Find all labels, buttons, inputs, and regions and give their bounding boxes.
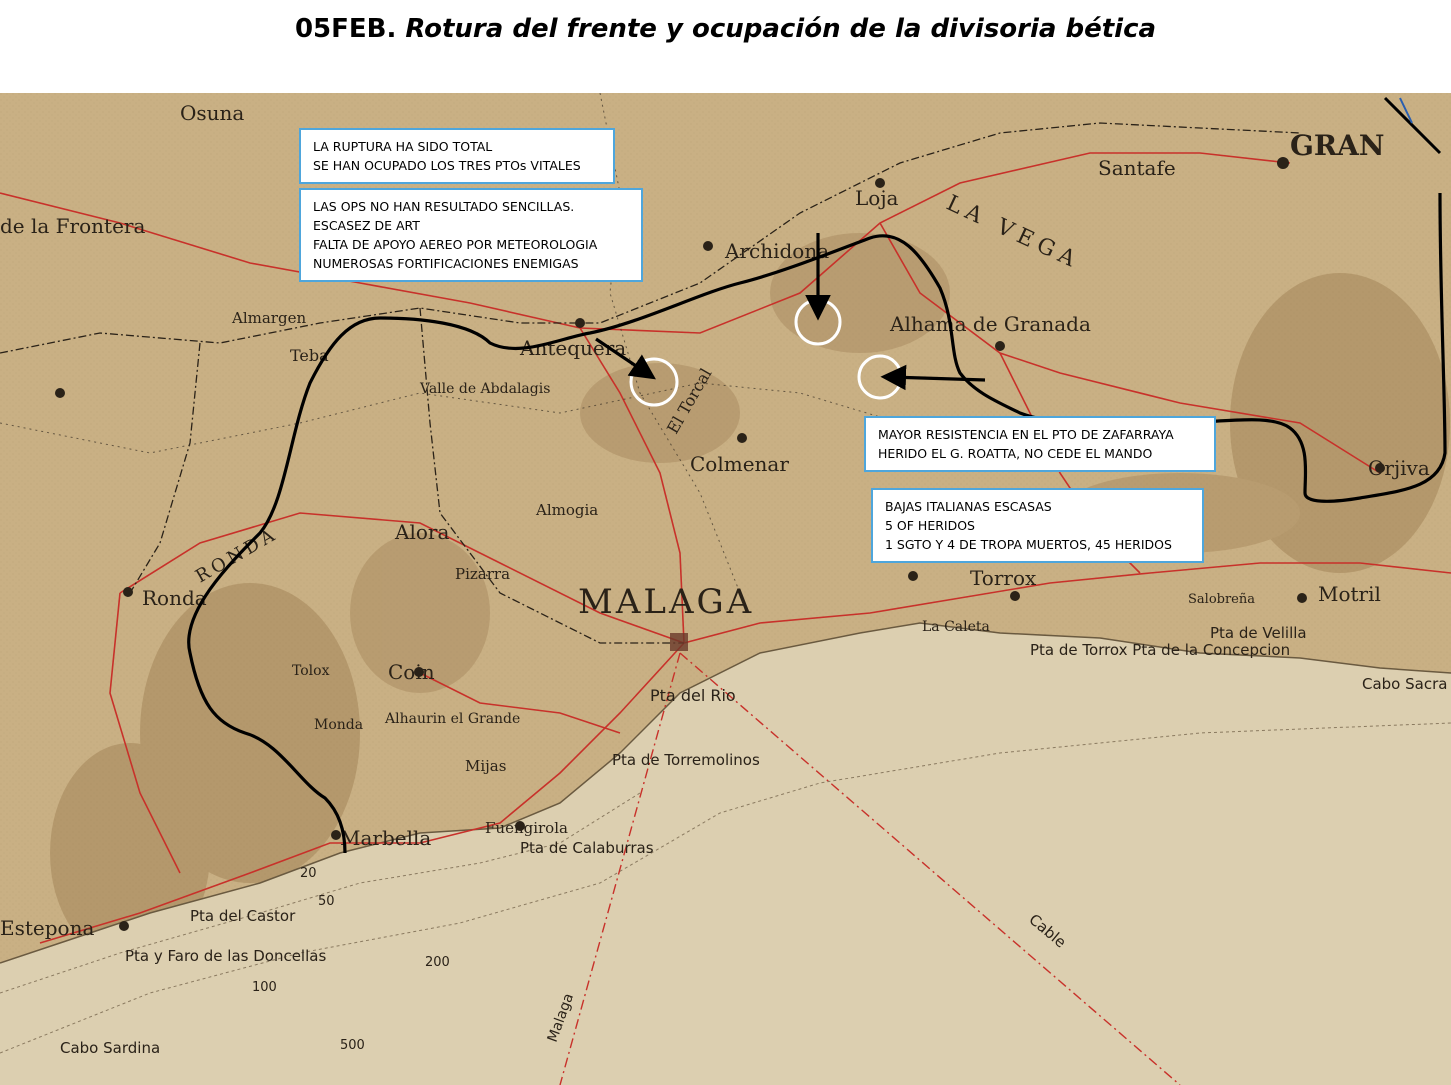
- label-tolox: Tolox: [292, 663, 330, 679]
- label-la-caleta: La Caleta: [922, 619, 990, 635]
- historical-map: Osuna de la Frontera Teba Antequera Arch…: [0, 93, 1451, 1085]
- label-fuengirola: Fuengirola: [485, 819, 568, 837]
- depth-20: 20: [300, 866, 317, 881]
- label-pta-castor: Pta del Castor: [190, 907, 296, 925]
- label-pta-del-rio: Pta del Rio: [650, 686, 736, 705]
- label-cabo-sardina: Cabo Sardina: [60, 1039, 160, 1057]
- label-monda: Monda: [314, 717, 363, 733]
- label-mijas: Mijas: [465, 757, 506, 775]
- label-frontera: de la Frontera: [0, 214, 145, 238]
- note-ops-line: NUMEROSAS FORTIFICACIONES ENEMIGAS: [313, 256, 579, 271]
- label-pta-calaburras: Pta de Calaburras: [520, 839, 654, 857]
- note-bajas-line: 5 OF HERIDOS: [885, 518, 975, 533]
- label-pta-velilla: Pta de Velilla: [1210, 624, 1307, 642]
- label-salobrena: Salobreña: [1188, 592, 1255, 607]
- malaga-city-marker: [670, 633, 688, 651]
- label-almargen: Almargen: [231, 309, 306, 327]
- label-orjiva: Orjiva: [1368, 456, 1430, 480]
- title-date: 05FEB.: [294, 14, 397, 44]
- depth-50: 50: [318, 894, 335, 909]
- note-ruptura-line: LA RUPTURA HA SIDO TOTAL: [313, 139, 493, 154]
- note-ops-line: FALTA DE APOYO AEREO POR METEOROLOGIA: [313, 237, 598, 252]
- label-pta-torremolinos: Pta de Torremolinos: [612, 751, 760, 769]
- label-coin: Coin: [388, 660, 435, 684]
- label-alora: Alora: [394, 520, 449, 544]
- label-malaga: MALAGA: [578, 582, 754, 622]
- note-zafarraya-line: MAYOR RESISTENCIA EN EL PTO DE ZAFARRAYA: [878, 427, 1174, 442]
- label-almogia: Almogia: [535, 501, 598, 519]
- note-zafarraya: MAYOR RESISTENCIA EN EL PTO DE ZAFARRAYA…: [864, 416, 1216, 472]
- label-doncellas: Pta y Faro de las Doncellas: [125, 947, 326, 965]
- depth-500: 500: [340, 1038, 365, 1053]
- note-ops: LAS OPS NO HAN RESULTADO SENCILLAS. ESCA…: [299, 188, 643, 282]
- label-pizarra: Pizarra: [455, 565, 510, 583]
- note-ops-line: ESCASEZ DE ART: [313, 218, 420, 233]
- label-alhaurin: Alhaurin el Grande: [384, 711, 520, 727]
- title-text: Rotura del frente y ocupación de la divi…: [405, 14, 1157, 44]
- label-santafe: Santafe: [1098, 156, 1176, 180]
- label-osuna: Osuna: [180, 101, 244, 125]
- depth-100: 100: [252, 980, 277, 995]
- label-torrox: Torrox: [970, 566, 1037, 590]
- note-ops-line: LAS OPS NO HAN RESULTADO SENCILLAS.: [313, 199, 575, 214]
- label-granada: GRAN: [1290, 129, 1385, 162]
- label-estepona: Estepona: [0, 916, 94, 940]
- note-zafarraya-line: HERIDO EL G. ROATTA, NO CEDE EL MANDO: [878, 446, 1153, 461]
- note-ruptura-line: SE HAN OCUPADO LOS TRES PTOs VITALES: [313, 158, 581, 173]
- label-motril: Motril: [1318, 582, 1381, 606]
- label-ronda: Ronda: [142, 586, 207, 610]
- label-teba: Teba: [290, 346, 329, 365]
- note-bajas: BAJAS ITALIANAS ESCASAS 5 OF HERIDOS 1 S…: [871, 488, 1204, 563]
- label-alhama: Alhama de Granada: [889, 312, 1091, 336]
- note-bajas-line: 1 SGTO Y 4 DE TROPA MUERTOS, 45 HERIDOS: [885, 537, 1172, 552]
- label-loja: Loja: [855, 186, 899, 210]
- note-ruptura: LA RUPTURA HA SIDO TOTAL SE HAN OCUPADO …: [299, 128, 615, 184]
- label-cabo-sacratif: Cabo Sacra: [1362, 675, 1447, 693]
- label-pta-concepcion: Pta de Torrox Pta de la Concepcion: [1030, 641, 1290, 659]
- note-bajas-line: BAJAS ITALIANAS ESCASAS: [885, 499, 1052, 514]
- map-title: 05FEB. Rotura del frente y ocupación de …: [0, 14, 1451, 44]
- depth-200: 200: [425, 955, 450, 970]
- label-colmenar: Colmenar: [690, 452, 789, 476]
- label-valle-abdalagis: Valle de Abdalagis: [419, 381, 550, 397]
- label-marbella: Marbella: [340, 826, 431, 850]
